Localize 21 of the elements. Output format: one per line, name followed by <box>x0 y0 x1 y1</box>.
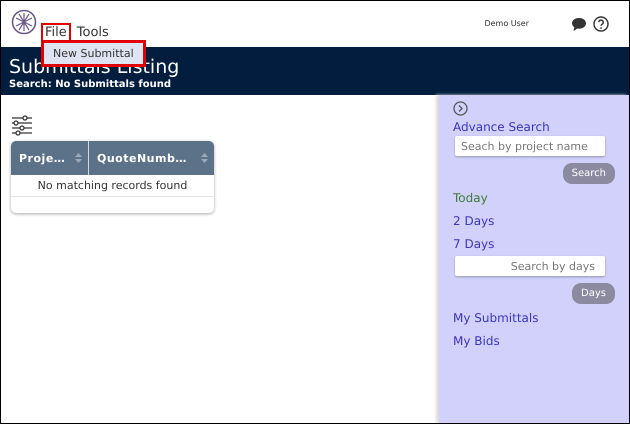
section-heading: Advance Search <box>453 120 551 134</box>
chevron-circle-icon[interactable] <box>453 101 468 116</box>
filter-link[interactable]: Today <box>453 187 615 210</box>
search-field[interactable]: Search by days <box>455 256 605 276</box>
menu-item[interactable]: Tools <box>72 22 113 42</box>
help-icon[interactable] <box>593 16 609 32</box>
sidebar-link[interactable]: My Bids <box>453 330 615 353</box>
search-button[interactable]: Search <box>562 163 615 184</box>
filter-link[interactable]: 7 Days <box>453 233 615 256</box>
sidebar-link[interactable]: My Submittals <box>453 307 615 330</box>
user-name: Demo User <box>484 18 529 28</box>
search-summary: Search: No Submittals found <box>9 78 172 91</box>
column-header[interactable]: QuoteNumb… <box>89 141 214 175</box>
empty-message: No matching records found <box>11 175 214 197</box>
logo-icon <box>11 9 37 35</box>
search-field[interactable]: Seach by project name <box>455 136 605 156</box>
filter-sliders-icon[interactable] <box>11 115 33 137</box>
search-button[interactable]: Days <box>572 283 615 304</box>
chat-icon[interactable] <box>571 16 587 32</box>
filter-link[interactable]: 2 Days <box>453 210 615 233</box>
column-header[interactable]: Proje… <box>11 141 89 175</box>
